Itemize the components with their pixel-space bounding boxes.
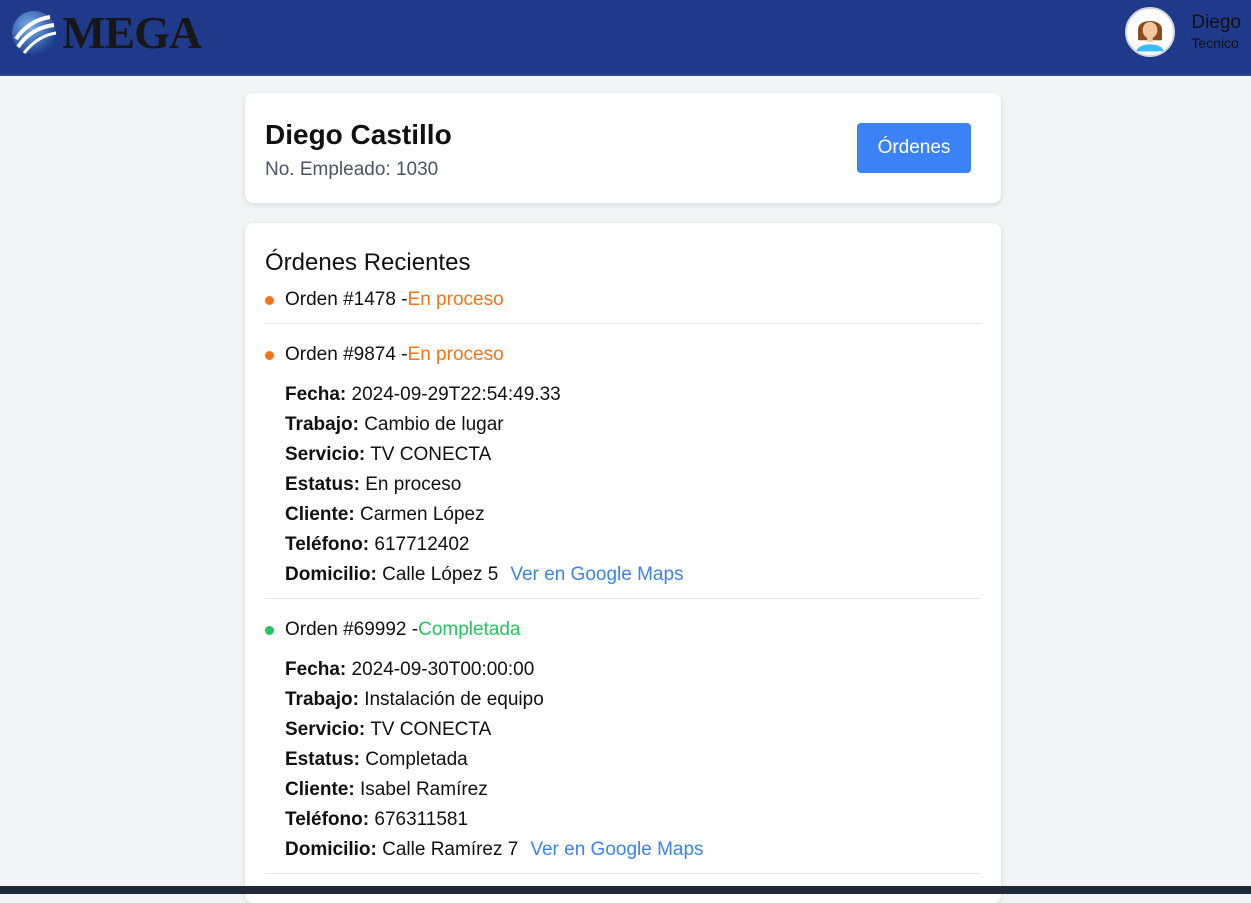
recent-orders-card: Órdenes Recientes Orden #1478 - En proce… (245, 223, 1001, 903)
order-item[interactable]: Orden #69992 - Completada Fecha: 2024-09… (265, 615, 981, 874)
orders-button[interactable]: Órdenes (857, 123, 971, 173)
order-date-label: Fecha: (285, 659, 347, 680)
employee-number: No. Empleado: 1030 (265, 159, 439, 180)
user-role: Tecnico (1191, 35, 1239, 51)
employee-name: Diego Castillo (265, 119, 452, 150)
order-header[interactable]: Orden #69992 - Completada (265, 615, 981, 645)
order-phone-label: Teléfono: (285, 534, 370, 555)
profile-card: Diego Castillo No. Empleado: 1030 Órdene… (245, 93, 1001, 203)
recent-orders-title: Órdenes Recientes (265, 249, 471, 276)
order-service-value: TV CONECTA (370, 719, 492, 740)
order-title: Orden #1478 - (285, 289, 408, 310)
order-status-label: Estatus: (285, 474, 360, 495)
order-phone-value: 676311581 (374, 809, 469, 830)
order-service-row: Servicio: TV CONECTA (285, 440, 981, 470)
google-maps-link[interactable]: Ver en Google Maps (510, 564, 683, 585)
order-date-label: Fecha: (285, 384, 347, 405)
order-client-label: Cliente: (285, 779, 355, 800)
order-address-label: Domicilio: (285, 839, 377, 860)
user-menu[interactable]: Diego Tecnico (1125, 7, 1241, 57)
order-address-value: Calle López 5 (382, 564, 499, 585)
order-status: En proceso (407, 344, 504, 365)
order-job-label: Trabajo: (285, 414, 359, 435)
order-status-value: Completada (365, 749, 468, 770)
order-service-label: Servicio: (285, 444, 366, 465)
order-date-row: Fecha: 2024-09-30T00:00:00 (285, 655, 981, 685)
user-name: Diego (1191, 12, 1241, 33)
order-status: En proceso (407, 289, 504, 310)
order-phone-row: Teléfono: 676311581 (285, 805, 981, 835)
status-dot-icon (265, 295, 274, 305)
order-address-value: Calle Ramírez 7 (382, 839, 519, 860)
order-job-row: Trabajo: Cambio de lugar (285, 410, 981, 440)
order-job-label: Trabajo: (285, 689, 359, 710)
user-avatar-icon (1127, 9, 1174, 55)
order-client-value: Carmen López (359, 504, 485, 525)
order-phone-row: Teléfono: 617712402 (285, 530, 981, 560)
order-status-row: Estatus: En proceso (285, 470, 981, 500)
order-job-value: Instalación de equipo (364, 689, 544, 710)
order-status-value: En proceso (365, 474, 462, 495)
google-maps-link[interactable]: Ver en Google Maps (530, 839, 703, 860)
order-client-label: Cliente: (285, 504, 355, 525)
mega-globe-icon (12, 11, 57, 55)
order-service-label: Servicio: (285, 719, 366, 740)
status-dot-icon (265, 625, 274, 635)
top-navbar: MEGA Diego Tecnico (0, 0, 1251, 76)
order-item[interactable]: Orden #9874 - En proceso Fecha: 2024-09-… (265, 340, 981, 599)
order-date-value: 2024-09-30T00:00:00 (351, 659, 535, 680)
order-client-value: Isabel Ramírez (359, 779, 488, 800)
order-status: Completada (418, 619, 521, 640)
status-dot-icon (265, 350, 274, 360)
order-service-row: Servicio: TV CONECTA (285, 715, 981, 745)
order-date-row: Fecha: 2024-09-29T22:54:49.33 (285, 380, 981, 410)
order-client-row: Cliente: Carmen López (285, 500, 981, 530)
order-address-label: Domicilio: (285, 564, 377, 585)
order-client-row: Cliente: Isabel Ramírez (285, 775, 981, 805)
order-service-value: TV CONECTA (370, 444, 492, 465)
order-date-value: 2024-09-29T22:54:49.33 (351, 384, 561, 405)
taskbar-edge (0, 886, 1251, 894)
brand-name: MEGA (62, 7, 202, 58)
order-details: Fecha: 2024-09-30T00:00:00 Trabajo: Inst… (265, 655, 981, 865)
order-phone-label: Teléfono: (285, 809, 370, 830)
order-title: Orden #9874 - (285, 344, 408, 365)
brand-logo[interactable]: MEGA (10, 7, 202, 58)
order-header[interactable]: Orden #9874 - En proceso (265, 340, 981, 370)
order-status-label: Estatus: (285, 749, 360, 770)
order-item[interactable]: Orden #1478 - En proceso (265, 285, 981, 324)
order-phone-value: 617712402 (374, 534, 470, 555)
avatar[interactable] (1125, 7, 1176, 57)
order-header[interactable]: Orden #1478 - En proceso (265, 285, 981, 315)
order-job-row: Trabajo: Instalación de equipo (285, 685, 981, 715)
order-address-row: Domicilio: Calle Ramírez 7 Ver en Google … (285, 835, 981, 865)
order-address-row: Domicilio: Calle López 5 Ver en Google Ma… (285, 560, 981, 590)
order-details: Fecha: 2024-09-29T22:54:49.33 Trabajo: C… (265, 380, 981, 590)
order-title: Orden #69992 - (285, 619, 419, 640)
order-status-row: Estatus: Completada (285, 745, 981, 775)
order-job-value: Cambio de lugar (364, 414, 504, 435)
